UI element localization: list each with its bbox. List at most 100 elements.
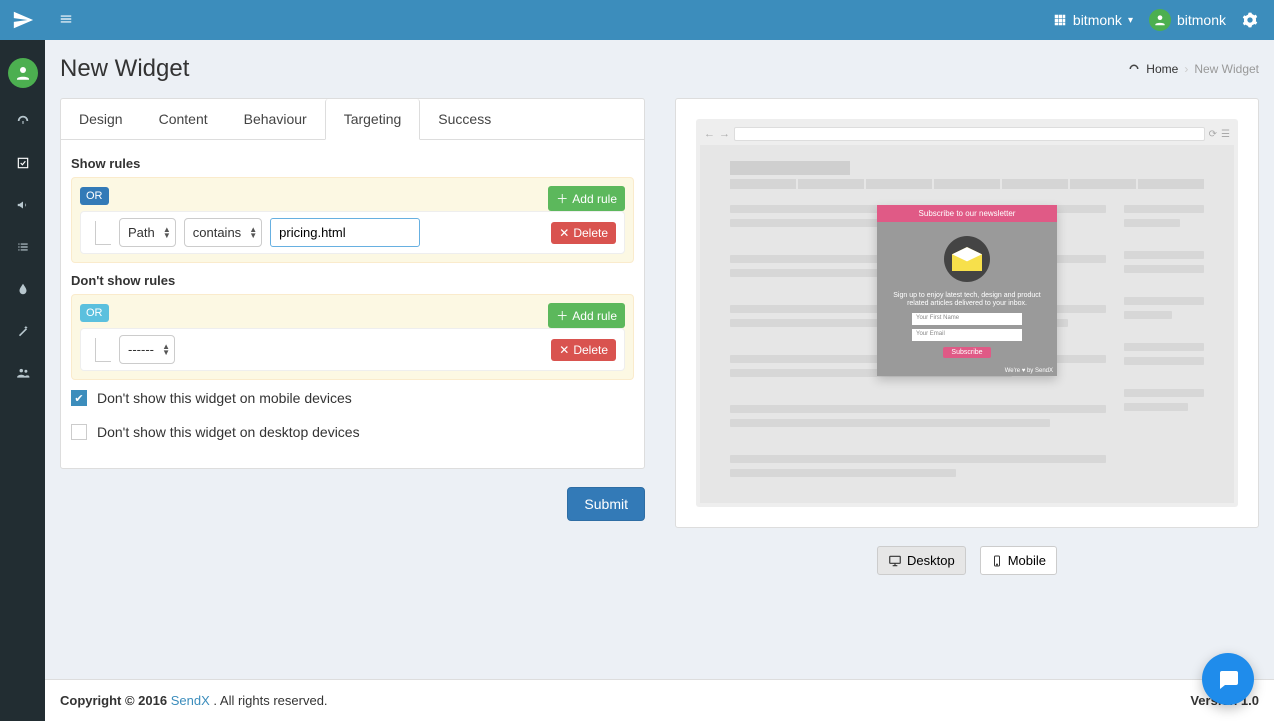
user-avatar	[1149, 9, 1171, 31]
popup-subscribe-button: Subscribe	[943, 347, 990, 358]
select-arrows-icon: ▲▼	[162, 344, 170, 356]
tab-behaviour[interactable]: Behaviour	[226, 99, 325, 139]
sidebar-item-widgets[interactable]	[0, 142, 45, 184]
bullhorn-icon	[16, 198, 30, 212]
org-switcher[interactable]: bitmonk ▾	[1053, 12, 1133, 28]
checkbox-checked-icon: ✔	[71, 390, 87, 406]
browser-mock: ← → ⟳☰	[696, 119, 1238, 507]
checkbox-icon	[16, 156, 30, 170]
gears-icon	[1242, 12, 1258, 28]
show-rules-label: Show rules	[71, 156, 634, 171]
org-name: bitmonk	[1073, 12, 1122, 28]
sidebar-item-campaigns[interactable]	[0, 184, 45, 226]
sidebar-avatar[interactable]	[8, 58, 38, 88]
chat-launcher[interactable]	[1202, 653, 1254, 705]
breadcrumb-separator: ›	[1184, 62, 1188, 76]
tabs: Design Content Behaviour Targeting Succe…	[61, 99, 644, 140]
tab-success[interactable]: Success	[420, 99, 509, 139]
app-footer: Copyright © 2016 SendX . All rights rese…	[45, 679, 1274, 721]
popup-email-input: Your Email	[912, 329, 1022, 341]
dashboard-icon	[16, 114, 30, 128]
preview-frame: ← → ⟳☰	[675, 98, 1259, 528]
mobile-icon	[991, 554, 1003, 568]
sidebar-toggle[interactable]	[45, 12, 87, 29]
back-arrow-icon: ←	[704, 128, 715, 140]
sidebar-item-dashboard[interactable]	[0, 100, 45, 142]
mobile-checkbox-row[interactable]: ✔ Don't show this widget on mobile devic…	[71, 390, 634, 406]
tree-connector	[95, 338, 111, 362]
content-wrapper: New Widget Home › New Widget Design Cont…	[45, 40, 1274, 679]
menu-icon	[59, 12, 73, 26]
copyright-prefix: Copyright © 2016	[60, 693, 171, 708]
footer-brand-link[interactable]: SendX	[171, 693, 210, 708]
rule-field-select[interactable]: Path ▲▼	[119, 218, 176, 247]
tab-targeting[interactable]: Targeting	[325, 99, 421, 140]
forward-arrow-icon: →	[719, 128, 730, 140]
chat-icon	[1216, 667, 1240, 691]
envelope-icon	[944, 236, 990, 282]
dashboard-icon	[1128, 63, 1140, 75]
tab-design[interactable]: Design	[61, 99, 141, 139]
dont-show-rules-box: OR ＋ Add rule ------ ▲▼	[71, 294, 634, 380]
popup-footer-text: We're ♥ by SendX	[877, 366, 1057, 376]
popup-description: Sign up to enjoy latest tech, design and…	[885, 292, 1049, 309]
breadcrumb-home[interactable]: Home	[1146, 62, 1178, 76]
add-rule-button[interactable]: ＋ Add rule	[548, 186, 625, 211]
widget-config-panel: Design Content Behaviour Targeting Succe…	[60, 98, 645, 469]
top-header: bitmonk ▾ bitmonk	[0, 0, 1274, 40]
sidebar-item-lists[interactable]	[0, 226, 45, 268]
breadcrumb: Home › New Widget	[1128, 62, 1259, 76]
rule-field-select-empty[interactable]: ------ ▲▼	[119, 335, 175, 364]
sidebar-item-automation[interactable]	[0, 310, 45, 352]
user-name: bitmonk	[1177, 12, 1226, 28]
desktop-icon	[888, 554, 902, 568]
show-rule-row: Path ▲▼ contains ▲▼ ✕ Delete	[80, 211, 625, 254]
copyright-suffix: . All rights reserved.	[213, 693, 327, 708]
drop-icon	[16, 282, 30, 296]
desktop-preview-button[interactable]: Desktop	[877, 546, 966, 575]
app-logo[interactable]	[0, 0, 45, 40]
x-icon: ✕	[559, 226, 569, 240]
rule-value-input[interactable]	[270, 218, 420, 247]
delete-rule-button[interactable]: ✕ Delete	[551, 222, 616, 244]
avatar-face-icon	[1153, 13, 1167, 27]
rule-operator-select[interactable]: contains ▲▼	[184, 218, 262, 247]
menu-bars-icon: ☰	[1221, 129, 1230, 140]
tree-connector	[95, 221, 111, 245]
mock-logo	[730, 161, 850, 175]
list-icon	[16, 240, 30, 254]
sidebar-item-contacts[interactable]	[0, 352, 45, 394]
browser-toolbar: ← → ⟳☰	[700, 123, 1234, 145]
user-menu[interactable]: bitmonk	[1149, 9, 1226, 31]
dont-show-rules-label: Don't show rules	[71, 273, 634, 288]
mobile-preview-button[interactable]: Mobile	[980, 546, 1057, 575]
preview-device-toggle: Desktop Mobile	[675, 546, 1259, 575]
dont-show-rule-row: ------ ▲▼ ✕ Delete	[80, 328, 625, 371]
show-rules-box: OR ＋ Add rule Path ▲▼	[71, 177, 634, 263]
chevron-down-icon: ▾	[1128, 15, 1133, 26]
avatar-face-icon	[14, 64, 32, 82]
delete-rule-button[interactable]: ✕ Delete	[551, 339, 616, 361]
tab-content[interactable]: Content	[141, 99, 226, 139]
checkbox-unchecked-icon	[71, 424, 87, 440]
browser-controls: ⟳☰	[1209, 129, 1230, 140]
preview-panel: ← → ⟳☰	[675, 98, 1259, 575]
sidebar-item-drip[interactable]	[0, 268, 45, 310]
magic-wand-icon	[16, 324, 30, 338]
reload-icon: ⟳	[1209, 129, 1217, 140]
desktop-checkbox-row[interactable]: Don't show this widget on desktop device…	[71, 424, 634, 440]
plus-icon: ＋	[556, 307, 568, 324]
users-icon	[16, 366, 30, 380]
plus-icon: ＋	[556, 190, 568, 207]
settings-button[interactable]	[1242, 12, 1258, 28]
browser-url-bar	[734, 127, 1205, 141]
desktop-checkbox-label: Don't show this widget on desktop device…	[97, 424, 360, 440]
select-arrows-icon: ▲▼	[163, 227, 171, 239]
add-rule-button[interactable]: ＋ Add rule	[548, 303, 625, 328]
content-header: New Widget Home › New Widget	[45, 40, 1274, 83]
page-mock: Subscribe to our newsletter Sign up to e…	[700, 145, 1234, 503]
breadcrumb-current: New Widget	[1194, 62, 1259, 76]
submit-button[interactable]: Submit	[567, 487, 645, 521]
popup-title: Subscribe to our newsletter	[877, 205, 1057, 222]
left-sidebar	[0, 40, 45, 721]
